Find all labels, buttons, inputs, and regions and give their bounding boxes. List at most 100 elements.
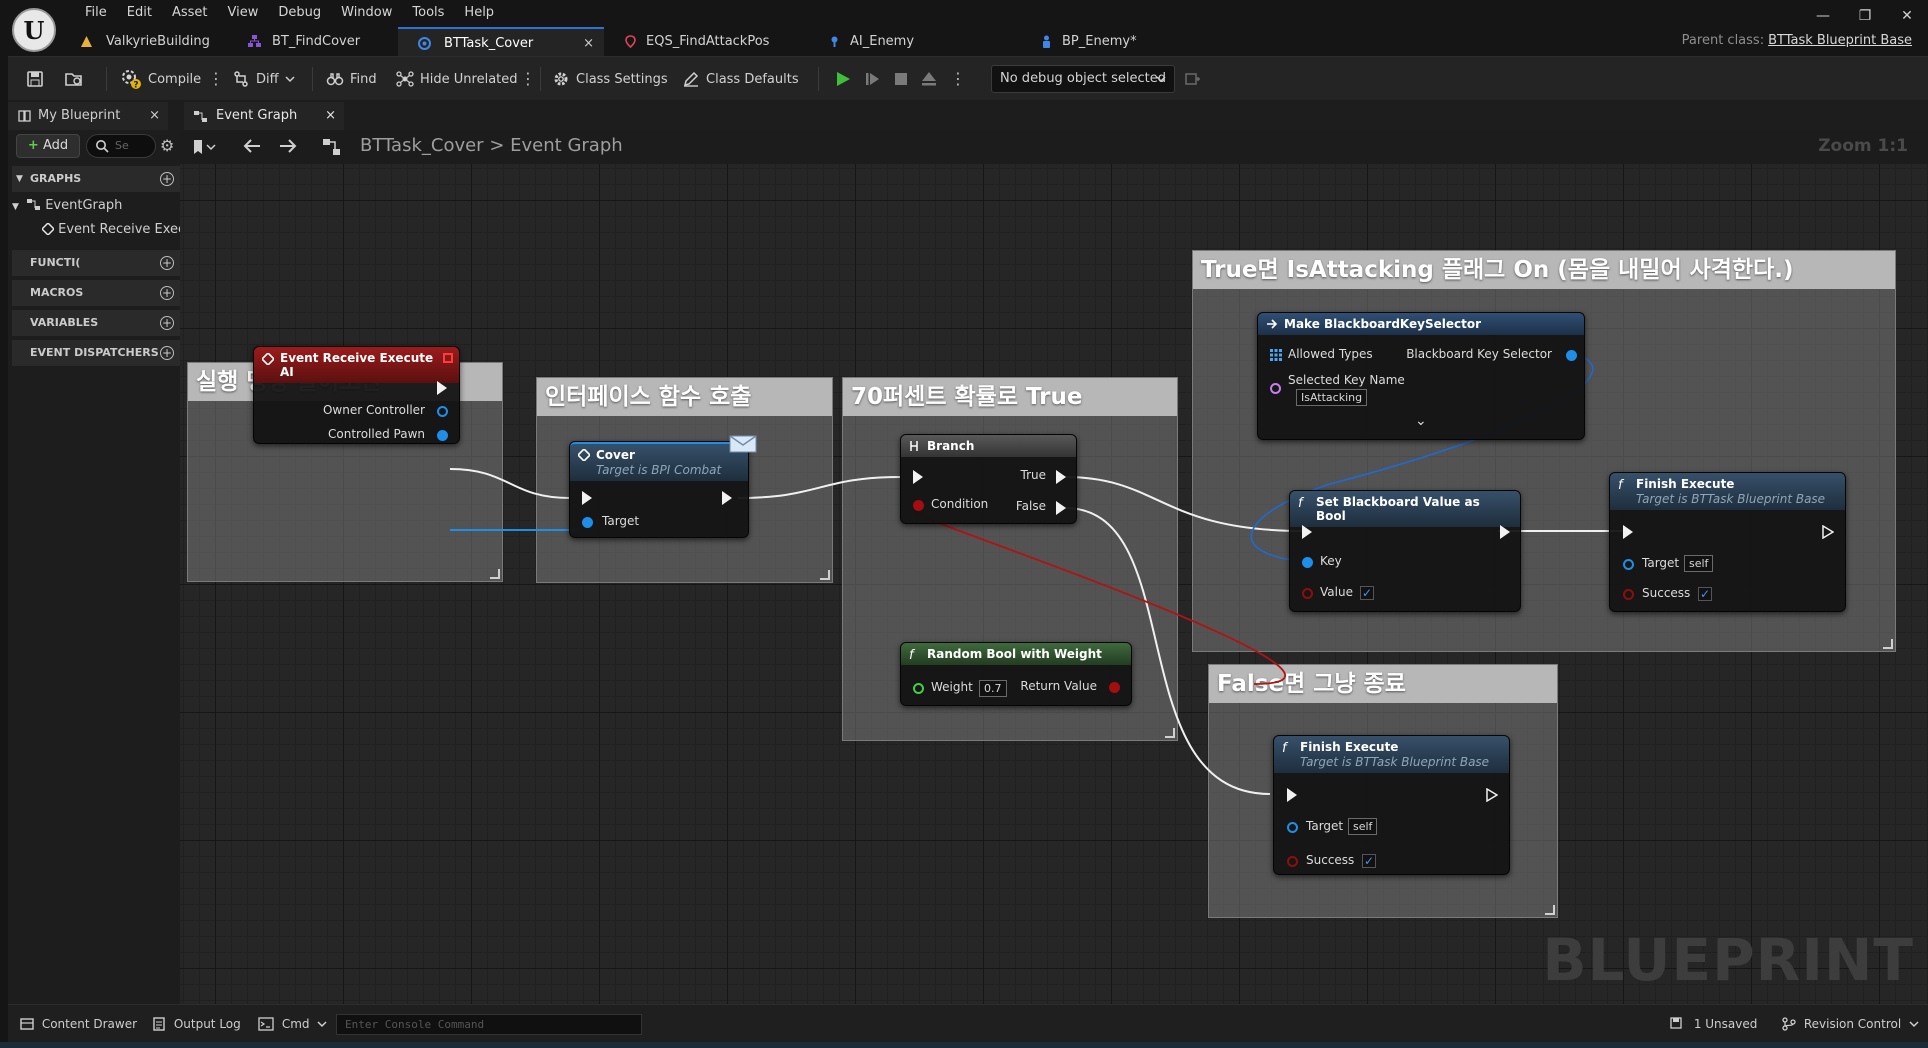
return-value-pin[interactable] bbox=[1109, 682, 1120, 693]
debug-object-select[interactable]: No debug object selected bbox=[991, 65, 1175, 93]
class-settings-button[interactable]: Class Settings bbox=[552, 66, 668, 92]
event-receive-execute-ai-node[interactable]: Event Receive Execute AI Owner Controlle… bbox=[253, 346, 460, 444]
console-command-input[interactable]: Enter Console Command bbox=[336, 1014, 642, 1035]
debug-filter-button[interactable] bbox=[1184, 66, 1202, 92]
exec-out-pin[interactable] bbox=[1500, 525, 1510, 539]
compile-button[interactable]: ? Compile bbox=[120, 66, 201, 92]
tab-event-graph[interactable]: Event Graph × bbox=[184, 102, 344, 130]
target-self-input[interactable]: self bbox=[1348, 818, 1378, 835]
selected-key-name-pin[interactable] bbox=[1270, 383, 1281, 394]
unreal-logo-icon[interactable]: U bbox=[12, 8, 56, 52]
condition-pin[interactable] bbox=[913, 500, 924, 511]
section-graphs[interactable]: ▼ GRAPHS + bbox=[12, 166, 180, 192]
content-drawer-button[interactable]: Content Drawer bbox=[20, 1005, 137, 1043]
section-variables[interactable]: VARIABLES + bbox=[12, 310, 180, 336]
weight-pin[interactable] bbox=[913, 683, 924, 694]
set-blackboard-value-as-bool-node[interactable]: f Set Blackboard Value as Bool Key Value… bbox=[1289, 490, 1521, 612]
menu-help[interactable]: Help bbox=[454, 3, 504, 23]
cover-node[interactable]: Cover Target is BPI Combat Target bbox=[569, 435, 757, 538]
unsaved-button[interactable]: 1 Unsaved bbox=[1670, 1005, 1757, 1043]
success-checkbox[interactable]: ✓ bbox=[1698, 587, 1712, 601]
diff-button[interactable]: Diff bbox=[232, 66, 295, 92]
exec-out-pin-hollow-icon[interactable] bbox=[1486, 788, 1498, 802]
blackboard-key-selector-pin[interactable] bbox=[1566, 350, 1577, 361]
close-icon[interactable]: × bbox=[583, 29, 594, 58]
add-function-icon[interactable]: + bbox=[160, 256, 174, 270]
browse-button[interactable] bbox=[64, 66, 84, 92]
bookmark-icon[interactable] bbox=[192, 138, 218, 159]
save-button[interactable] bbox=[26, 66, 44, 92]
exec-out-pin[interactable] bbox=[722, 491, 732, 505]
target-pin[interactable] bbox=[1287, 822, 1298, 833]
stop-button[interactable] bbox=[892, 66, 910, 92]
section-macros[interactable]: MACROS + bbox=[12, 280, 180, 306]
selected-key-name-input[interactable]: IsAttacking bbox=[1296, 389, 1368, 406]
value-checkbox[interactable]: ✓ bbox=[1360, 586, 1374, 600]
back-arrow-icon[interactable] bbox=[242, 137, 262, 158]
menu-window[interactable]: Window bbox=[331, 3, 402, 23]
exec-out-pin-hollow-icon[interactable] bbox=[1822, 525, 1834, 539]
delegate-pin-icon[interactable] bbox=[443, 353, 453, 363]
output-log-button[interactable]: Output Log bbox=[152, 1005, 241, 1043]
branch-node[interactable]: Branch Condition True False bbox=[900, 434, 1077, 524]
close-icon[interactable]: × bbox=[325, 102, 336, 130]
tab-eqs-find-attack-pos[interactable]: EQS_FindAttackPos bbox=[604, 27, 808, 56]
add-variable-icon[interactable]: + bbox=[160, 316, 174, 330]
add-dispatcher-icon[interactable]: + bbox=[160, 346, 174, 360]
owner-controller-pin[interactable] bbox=[437, 406, 448, 417]
search-input[interactable]: Se bbox=[86, 134, 156, 158]
finish-execute-node[interactable]: f Finish Execute Target is BTTask Bluepr… bbox=[1609, 472, 1846, 612]
finish-execute-node[interactable]: f Finish Execute Target is BTTask Bluepr… bbox=[1273, 735, 1510, 875]
section-functions[interactable]: FUNCTI( + bbox=[12, 250, 180, 276]
forward-arrow-icon[interactable] bbox=[278, 137, 298, 158]
hide-unrelated-button[interactable]: Hide Unrelated bbox=[396, 66, 518, 92]
tab-my-blueprint[interactable]: My Blueprint × bbox=[8, 102, 168, 130]
step-button[interactable] bbox=[864, 66, 882, 92]
menu-debug[interactable]: Debug bbox=[268, 3, 331, 23]
tab-ai-enemy[interactable]: AI_Enemy bbox=[808, 27, 1020, 56]
tab-valkyrie-building[interactable]: ValkyrieBuilding bbox=[60, 27, 228, 56]
exec-in-pin[interactable] bbox=[1287, 788, 1297, 802]
minimize-button[interactable]: — bbox=[1802, 0, 1844, 32]
exec-in-pin[interactable] bbox=[913, 470, 923, 484]
breadcrumb-graph[interactable]: Event Graph bbox=[510, 135, 623, 156]
success-pin[interactable] bbox=[1287, 856, 1298, 867]
random-bool-with-weight-node[interactable]: f Random Bool with Weight Weight 0.7 Ret… bbox=[900, 642, 1132, 706]
graph-canvas[interactable]: 실행 명령 들어오면 인터페이스 함수 호출 70퍼센트 확률로 True Tr… bbox=[180, 164, 1928, 1004]
success-checkbox[interactable]: ✓ bbox=[1362, 854, 1376, 868]
play-button[interactable] bbox=[834, 66, 852, 92]
parent-class-link[interactable]: BTTask Blueprint Base bbox=[1768, 33, 1912, 48]
breadcrumb-asset[interactable]: BTTask_Cover bbox=[360, 135, 484, 156]
cmd-dropdown[interactable]: Cmd bbox=[258, 1005, 327, 1043]
success-pin[interactable] bbox=[1623, 589, 1634, 600]
value-pin[interactable] bbox=[1302, 588, 1313, 599]
hide-unrelated-options-icon[interactable]: ⋮ bbox=[520, 67, 536, 91]
compile-options-icon[interactable]: ⋮ bbox=[208, 67, 224, 91]
add-graph-icon[interactable]: + bbox=[160, 172, 174, 186]
class-defaults-button[interactable]: Class Defaults bbox=[682, 66, 799, 92]
menu-view[interactable]: View bbox=[218, 3, 269, 23]
key-pin[interactable] bbox=[1302, 557, 1313, 568]
target-self-input[interactable]: self bbox=[1684, 555, 1714, 572]
false-exec-pin[interactable] bbox=[1056, 501, 1066, 515]
play-options-icon[interactable]: ⋮ bbox=[950, 67, 966, 91]
controlled-pawn-pin[interactable] bbox=[437, 430, 448, 441]
tree-event-graph[interactable]: ▼ EventGraph bbox=[12, 198, 122, 213]
find-button[interactable]: Find bbox=[326, 66, 377, 92]
expand-chevron-icon[interactable]: ⌄ bbox=[1415, 413, 1427, 429]
exec-in-pin[interactable] bbox=[1623, 525, 1633, 539]
section-event-dispatchers[interactable]: EVENT DISPATCHERS + bbox=[12, 340, 180, 366]
restore-button[interactable]: ❐ bbox=[1844, 0, 1886, 32]
menu-file[interactable]: File bbox=[75, 3, 117, 23]
target-pin[interactable] bbox=[582, 517, 593, 528]
weight-input[interactable]: 0.7 bbox=[979, 680, 1007, 697]
make-blackboard-key-selector-node[interactable]: Make BlackboardKeySelector Allowed Types… bbox=[1257, 312, 1585, 440]
array-grid-icon[interactable] bbox=[1270, 349, 1282, 361]
gear-icon[interactable]: ⚙ bbox=[160, 136, 174, 155]
exec-in-pin[interactable] bbox=[582, 491, 592, 505]
menu-asset[interactable]: Asset bbox=[162, 3, 218, 23]
close-icon[interactable]: × bbox=[149, 102, 160, 130]
exec-in-pin[interactable] bbox=[1302, 525, 1312, 539]
revision-control-button[interactable]: Revision Control bbox=[1782, 1005, 1919, 1043]
tree-event-receive-execute[interactable]: Event Receive Execu bbox=[42, 222, 180, 237]
